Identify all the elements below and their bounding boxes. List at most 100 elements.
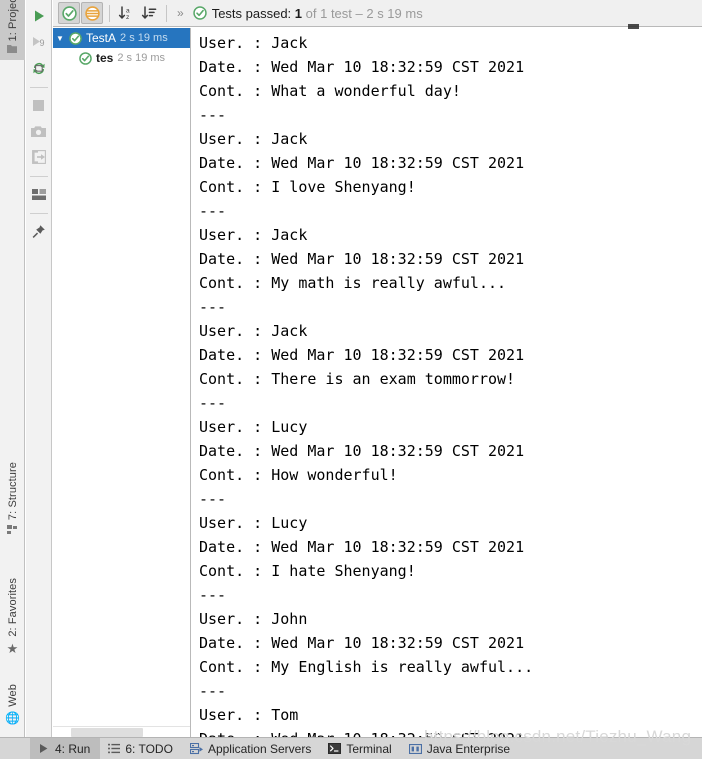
toolbar-divider-1 xyxy=(109,4,110,22)
console-line: --- xyxy=(199,586,227,604)
bottom-tool-window-bar: 4: Run 6: TODO Application Servers Termi… xyxy=(0,737,702,759)
left-tool-tab-strip: 1: Project 7: Structure 2: Favorites ★ W… xyxy=(0,0,25,737)
sidebar-tab-favorites[interactable]: 2: Favorites ★ xyxy=(0,578,25,680)
test-runner-toolbar: a z » Tests passed: 1 of 1 test – 2 s 19… xyxy=(53,0,702,27)
console-line: User. : Jack xyxy=(199,322,308,340)
console-output[interactable]: User. : Jack Date. : Wed Mar 10 18:32:59 … xyxy=(192,28,702,737)
terminal-icon xyxy=(328,742,342,755)
tree-row-label: TestA xyxy=(86,31,117,45)
bottom-tab-application-servers-label: Application Servers xyxy=(207,741,312,756)
tree-scrollbar-thumb[interactable] xyxy=(71,728,143,737)
layout-icon[interactable] xyxy=(28,183,50,205)
rerun-failed-icon[interactable]: 9 xyxy=(28,31,50,53)
run-window-action-gutter: 9 xyxy=(26,0,52,737)
tree-horizontal-scrollbar[interactable] xyxy=(53,726,190,737)
sidebar-tab-structure-label: 7: Structure xyxy=(6,462,19,521)
test-passed-icon xyxy=(67,31,83,45)
intellij-idea-run-window: 1: Project 7: Structure 2: Favorites ★ W… xyxy=(0,0,702,759)
toolbar-divider-2 xyxy=(166,4,167,22)
clipped-text-artifact xyxy=(628,24,639,29)
sort-alphabetically-button[interactable]: a z xyxy=(115,2,137,24)
gutter-divider-3 xyxy=(29,213,48,214)
star-icon: ★ xyxy=(6,640,19,656)
show-ignored-tests-toggle[interactable] xyxy=(81,2,103,24)
todo-list-icon xyxy=(107,742,120,755)
console-line: Cont. : There is an exam tommorrow! xyxy=(199,370,516,388)
console-line: Cont. : What a wonderful day! xyxy=(199,82,461,100)
test-status-message: Tests passed: 1 of 1 test – 2 s 19 ms xyxy=(192,5,423,21)
bottom-tab-terminal[interactable]: Terminal xyxy=(321,738,401,759)
camera-icon[interactable] xyxy=(28,120,50,142)
gutter-divider-1 xyxy=(29,87,48,88)
console-line: Date. : Wed Mar 10 18:32:59 CST 2021 xyxy=(199,58,525,76)
sidebar-tab-web[interactable]: Web 🌐 xyxy=(0,684,25,736)
import-icon[interactable] xyxy=(28,146,50,168)
bottom-tab-java-enterprise-label: Java Enterprise xyxy=(426,741,511,756)
play-small-icon xyxy=(37,742,50,755)
console-line: Date. : Wed Mar 10 18:32:59 CST 2021 xyxy=(199,634,525,652)
svg-text:9: 9 xyxy=(40,38,45,48)
bottom-tab-application-servers[interactable]: Application Servers xyxy=(183,738,321,759)
console-line: Date. : Wed Mar 10 18:32:59 CST 2021 xyxy=(199,250,525,268)
sidebar-tab-structure[interactable]: 7: Structure xyxy=(0,462,25,572)
bottom-tab-java-enterprise[interactable]: Java Enterprise xyxy=(402,738,520,759)
tree-row[interactable]: tes 2 s 19 ms xyxy=(53,48,190,68)
sidebar-tab-favorites-label: 2: Favorites xyxy=(6,578,19,637)
console-line: Date. : Wed Mar 10 18:32:59 CST 2021 xyxy=(199,538,525,556)
console-line: User. : Lucy xyxy=(199,514,308,532)
structure-icon xyxy=(7,525,18,538)
console-line: User. : John xyxy=(199,610,308,628)
status-prefix: Tests passed: xyxy=(211,5,295,21)
bottom-tab-run[interactable]: 4: Run xyxy=(30,737,101,759)
console-line: --- xyxy=(199,394,227,412)
console-line: Date. : Wed Mar 10 18:32:59 CST 2021 xyxy=(199,346,525,364)
console-line: Cont. : My English is really awful... xyxy=(199,658,534,676)
console-line: Cont. : How wonderful! xyxy=(199,466,398,484)
tree-row[interactable]: ▼ TestA 2 s 19 ms xyxy=(53,28,190,48)
stop-button[interactable] xyxy=(28,94,50,116)
test-results-tree: ▼ TestA 2 s 19 ms tes 2 s 19 ms xyxy=(53,28,191,737)
sidebar-tab-web-label: Web xyxy=(6,684,19,707)
tree-row-duration: 2 s 19 ms xyxy=(120,32,168,44)
tree-row-label: tes xyxy=(96,51,114,65)
console-line: Cont. : I hate Shenyang! xyxy=(199,562,416,580)
console-line: --- xyxy=(199,298,227,316)
bottom-bar-left-padding xyxy=(0,738,30,759)
console-line: --- xyxy=(199,490,227,508)
console-line: Date. : Wed Mar 10 18:32:59 CST 2021 xyxy=(199,442,525,460)
console-line: Date. : Wed Mar 10 18:32:59 CST 2021 xyxy=(199,154,525,172)
gutter-divider-2 xyxy=(29,176,48,177)
console-line: Cont. : I love Shenyang! xyxy=(199,178,416,196)
console-line: --- xyxy=(199,202,227,220)
console-line: --- xyxy=(199,106,227,124)
console-line: User. : Tom xyxy=(199,706,299,724)
chevron-down-icon[interactable]: ▼ xyxy=(53,34,67,43)
bottom-tab-terminal-label: Terminal xyxy=(346,741,392,756)
auto-refresh-icon[interactable] xyxy=(28,57,50,79)
console-line: User. : Lucy xyxy=(199,418,308,436)
globe-icon: 🌐 xyxy=(5,710,20,725)
test-passed-icon xyxy=(77,51,93,65)
sidebar-tab-project[interactable]: 1: Project xyxy=(0,0,25,60)
console-line: User. : Jack xyxy=(199,34,308,52)
console-line: Date. : Wed Mar 10 18:32:59 CST 2021 xyxy=(199,727,702,737)
bottom-tab-todo[interactable]: 6: TODO xyxy=(100,738,183,759)
console-line: User. : Jack xyxy=(199,130,308,148)
svg-text:z: z xyxy=(126,14,129,21)
status-pass-icon xyxy=(192,5,207,20)
toolbar-overflow-button[interactable]: » xyxy=(172,7,189,19)
bottom-tab-run-label: 4: Run xyxy=(55,741,91,756)
sort-by-duration-button[interactable] xyxy=(138,2,160,24)
java-ee-icon xyxy=(408,742,422,755)
rerun-button[interactable] xyxy=(28,5,50,27)
pin-icon[interactable] xyxy=(28,220,50,242)
folder-icon xyxy=(7,44,18,57)
bottom-tab-todo-label: 6: TODO xyxy=(125,741,173,756)
server-icon xyxy=(189,742,203,755)
show-passed-tests-toggle[interactable] xyxy=(58,2,80,24)
console-line: User. : Jack xyxy=(199,226,308,244)
tree-row-duration: 2 s 19 ms xyxy=(117,52,166,64)
console-line: --- xyxy=(199,682,227,700)
status-count: 1 xyxy=(294,5,303,21)
status-suffix: of 1 test – 2 s 19 ms xyxy=(302,5,423,21)
